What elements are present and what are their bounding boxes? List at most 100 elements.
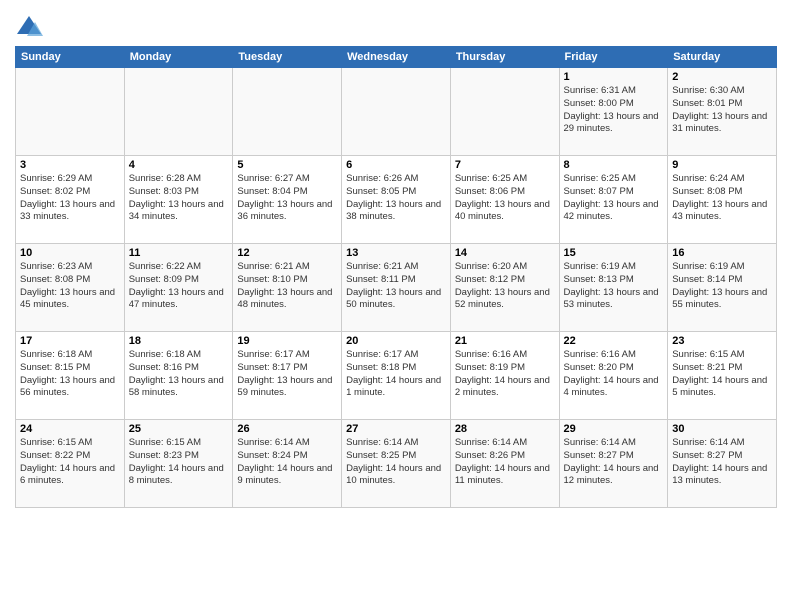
day-info: Sunrise: 6:14 AM Sunset: 8:26 PM Dayligh… xyxy=(455,437,555,488)
day-number: 27 xyxy=(346,423,446,435)
calendar-cell xyxy=(450,68,559,156)
day-info: Sunrise: 6:16 AM Sunset: 8:20 PM Dayligh… xyxy=(564,349,664,400)
day-number: 8 xyxy=(564,159,664,171)
day-info: Sunrise: 6:14 AM Sunset: 8:27 PM Dayligh… xyxy=(564,437,664,488)
calendar-week-row: 1 Sunrise: 6:31 AM Sunset: 8:00 PM Daylig… xyxy=(16,68,777,156)
calendar-week-row: 3 Sunrise: 6:29 AM Sunset: 8:02 PM Daylig… xyxy=(16,156,777,244)
day-info: Sunrise: 6:14 AM Sunset: 8:24 PM Dayligh… xyxy=(237,437,337,488)
calendar-cell xyxy=(16,68,125,156)
day-info: Sunrise: 6:21 AM Sunset: 8:11 PM Dayligh… xyxy=(346,261,446,312)
day-info: Sunrise: 6:15 AM Sunset: 8:22 PM Dayligh… xyxy=(20,437,120,488)
calendar-header-wednesday: Wednesday xyxy=(342,47,451,68)
day-info: Sunrise: 6:17 AM Sunset: 8:17 PM Dayligh… xyxy=(237,349,337,400)
day-info: Sunrise: 6:22 AM Sunset: 8:09 PM Dayligh… xyxy=(129,261,229,312)
calendar-cell: 5 Sunrise: 6:27 AM Sunset: 8:04 PM Daylig… xyxy=(233,156,342,244)
calendar-header-monday: Monday xyxy=(124,47,233,68)
calendar-week-row: 10 Sunrise: 6:23 AM Sunset: 8:08 PM Dayli… xyxy=(16,244,777,332)
day-number: 17 xyxy=(20,335,120,347)
calendar-header-sunday: Sunday xyxy=(16,47,125,68)
day-info: Sunrise: 6:27 AM Sunset: 8:04 PM Dayligh… xyxy=(237,173,337,224)
logo-icon xyxy=(15,14,43,42)
day-number: 13 xyxy=(346,247,446,259)
day-info: Sunrise: 6:18 AM Sunset: 8:16 PM Dayligh… xyxy=(129,349,229,400)
calendar-cell: 16 Sunrise: 6:19 AM Sunset: 8:14 PM Dayli… xyxy=(668,244,777,332)
calendar-cell: 17 Sunrise: 6:18 AM Sunset: 8:15 PM Dayli… xyxy=(16,332,125,420)
calendar-cell xyxy=(342,68,451,156)
day-info: Sunrise: 6:17 AM Sunset: 8:18 PM Dayligh… xyxy=(346,349,446,400)
calendar-week-row: 17 Sunrise: 6:18 AM Sunset: 8:15 PM Dayli… xyxy=(16,332,777,420)
day-info: Sunrise: 6:25 AM Sunset: 8:07 PM Dayligh… xyxy=(564,173,664,224)
calendar-cell: 20 Sunrise: 6:17 AM Sunset: 8:18 PM Dayli… xyxy=(342,332,451,420)
day-number: 18 xyxy=(129,335,229,347)
calendar-cell: 15Sunrise: 6:19 AM Sunset: 8:13 PM Dayli… xyxy=(559,244,668,332)
calendar-cell: 26 Sunrise: 6:14 AM Sunset: 8:24 PM Dayli… xyxy=(233,420,342,508)
day-number: 7 xyxy=(455,159,555,171)
day-number: 29 xyxy=(564,423,664,435)
calendar-cell: 6 Sunrise: 6:26 AM Sunset: 8:05 PM Daylig… xyxy=(342,156,451,244)
day-info: Sunrise: 6:14 AM Sunset: 8:25 PM Dayligh… xyxy=(346,437,446,488)
calendar-week-row: 24 Sunrise: 6:15 AM Sunset: 8:22 PM Dayli… xyxy=(16,420,777,508)
calendar-cell: 13 Sunrise: 6:21 AM Sunset: 8:11 PM Dayli… xyxy=(342,244,451,332)
calendar-cell: 18 Sunrise: 6:18 AM Sunset: 8:16 PM Dayli… xyxy=(124,332,233,420)
day-number: 5 xyxy=(237,159,337,171)
day-info: Sunrise: 6:18 AM Sunset: 8:15 PM Dayligh… xyxy=(20,349,120,400)
day-number: 30 xyxy=(672,423,772,435)
calendar-cell: 19 Sunrise: 6:17 AM Sunset: 8:17 PM Dayli… xyxy=(233,332,342,420)
day-number: 20 xyxy=(346,335,446,347)
calendar-cell: 29 Sunrise: 6:14 AM Sunset: 8:27 PM Dayli… xyxy=(559,420,668,508)
calendar-cell: 21 Sunrise: 6:16 AM Sunset: 8:19 PM Dayli… xyxy=(450,332,559,420)
day-number: 28 xyxy=(455,423,555,435)
calendar-cell: 1 Sunrise: 6:31 AM Sunset: 8:00 PM Daylig… xyxy=(559,68,668,156)
day-info: Sunrise: 6:15 AM Sunset: 8:21 PM Dayligh… xyxy=(672,349,772,400)
day-info: Sunrise: 6:29 AM Sunset: 8:02 PM Dayligh… xyxy=(20,173,120,224)
day-info: Sunrise: 6:16 AM Sunset: 8:19 PM Dayligh… xyxy=(455,349,555,400)
calendar-cell: 9Sunrise: 6:24 AM Sunset: 8:08 PM Daylig… xyxy=(668,156,777,244)
calendar-cell: 3 Sunrise: 6:29 AM Sunset: 8:02 PM Daylig… xyxy=(16,156,125,244)
calendar-cell: 14 Sunrise: 6:20 AM Sunset: 8:12 PM Dayli… xyxy=(450,244,559,332)
day-number: 4 xyxy=(129,159,229,171)
calendar-cell: 10 Sunrise: 6:23 AM Sunset: 8:08 PM Dayli… xyxy=(16,244,125,332)
day-number: 24 xyxy=(20,423,120,435)
calendar-header-tuesday: Tuesday xyxy=(233,47,342,68)
day-number: 21 xyxy=(455,335,555,347)
day-number: 6 xyxy=(346,159,446,171)
day-info: Sunrise: 6:14 AM Sunset: 8:27 PM Dayligh… xyxy=(672,437,772,488)
calendar-cell: 7Sunrise: 6:25 AM Sunset: 8:06 PM Daylig… xyxy=(450,156,559,244)
day-number: 10 xyxy=(20,247,120,259)
calendar-cell: 24 Sunrise: 6:15 AM Sunset: 8:22 PM Dayli… xyxy=(16,420,125,508)
calendar-cell: 23 Sunrise: 6:15 AM Sunset: 8:21 PM Dayli… xyxy=(668,332,777,420)
day-number: 12 xyxy=(237,247,337,259)
calendar-cell: 2Sunrise: 6:30 AM Sunset: 8:01 PM Daylig… xyxy=(668,68,777,156)
day-number: 15 xyxy=(564,247,664,259)
day-info: Sunrise: 6:26 AM Sunset: 8:05 PM Dayligh… xyxy=(346,173,446,224)
day-info: Sunrise: 6:31 AM Sunset: 8:00 PM Dayligh… xyxy=(564,85,664,136)
calendar-header-thursday: Thursday xyxy=(450,47,559,68)
calendar-header-row: SundayMondayTuesdayWednesdayThursdayFrid… xyxy=(16,47,777,68)
calendar-cell: 8 Sunrise: 6:25 AM Sunset: 8:07 PM Daylig… xyxy=(559,156,668,244)
calendar-cell: 11Sunrise: 6:22 AM Sunset: 8:09 PM Dayli… xyxy=(124,244,233,332)
day-info: Sunrise: 6:23 AM Sunset: 8:08 PM Dayligh… xyxy=(20,261,120,312)
header xyxy=(15,10,777,42)
calendar-cell: 12Sunrise: 6:21 AM Sunset: 8:10 PM Dayli… xyxy=(233,244,342,332)
calendar-header-saturday: Saturday xyxy=(668,47,777,68)
calendar-table: SundayMondayTuesdayWednesdayThursdayFrid… xyxy=(15,46,777,508)
calendar-header-friday: Friday xyxy=(559,47,668,68)
logo xyxy=(15,14,47,42)
day-number: 9 xyxy=(672,159,772,171)
day-number: 14 xyxy=(455,247,555,259)
day-info: Sunrise: 6:19 AM Sunset: 8:14 PM Dayligh… xyxy=(672,261,772,312)
day-number: 26 xyxy=(237,423,337,435)
calendar-cell: 4Sunrise: 6:28 AM Sunset: 8:03 PM Daylig… xyxy=(124,156,233,244)
day-number: 25 xyxy=(129,423,229,435)
calendar-cell: 30 Sunrise: 6:14 AM Sunset: 8:27 PM Dayli… xyxy=(668,420,777,508)
day-number: 19 xyxy=(237,335,337,347)
day-info: Sunrise: 6:20 AM Sunset: 8:12 PM Dayligh… xyxy=(455,261,555,312)
day-info: Sunrise: 6:30 AM Sunset: 8:01 PM Dayligh… xyxy=(672,85,772,136)
day-number: 22 xyxy=(564,335,664,347)
day-number: 3 xyxy=(20,159,120,171)
calendar-cell xyxy=(124,68,233,156)
day-number: 16 xyxy=(672,247,772,259)
day-number: 23 xyxy=(672,335,772,347)
calendar-cell: 25Sunrise: 6:15 AM Sunset: 8:23 PM Dayli… xyxy=(124,420,233,508)
day-number: 1 xyxy=(564,71,664,83)
